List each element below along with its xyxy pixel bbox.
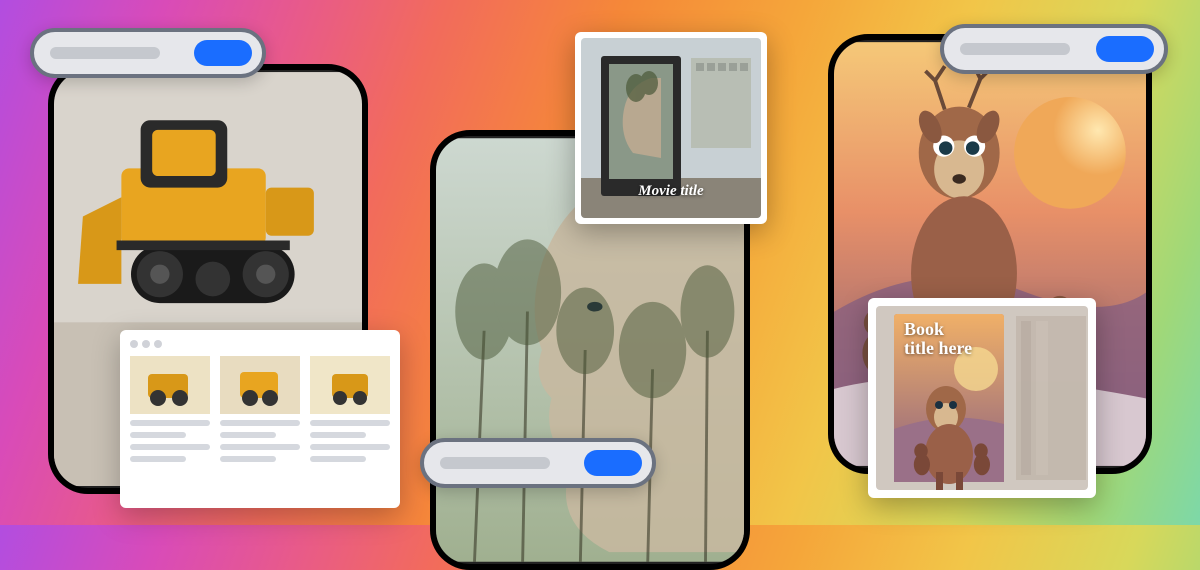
search-submit-button[interactable] [584,450,642,476]
result-thumb[interactable] [130,356,210,414]
result-column[interactable] [220,356,300,462]
search-placeholder-bar [50,47,160,59]
result-column[interactable] [130,356,210,462]
search-pill-right[interactable] [940,24,1168,74]
search-placeholder-bar [960,43,1070,55]
search-placeholder-bar [440,457,550,469]
search-pill-middle[interactable] [420,438,656,488]
window-controls [130,340,390,348]
search-pill-left[interactable] [30,28,266,78]
poster-title: Movie title [638,183,703,200]
results-panel [120,330,400,508]
search-submit-button[interactable] [194,40,252,66]
result-thumb[interactable] [220,356,300,414]
book-title: Book title here [904,320,972,358]
book-mockup: Book title here [868,298,1096,498]
result-thumb[interactable] [310,356,390,414]
result-column[interactable] [310,356,390,462]
search-submit-button[interactable] [1096,36,1154,62]
poster-mockup: Movie title [575,32,767,224]
